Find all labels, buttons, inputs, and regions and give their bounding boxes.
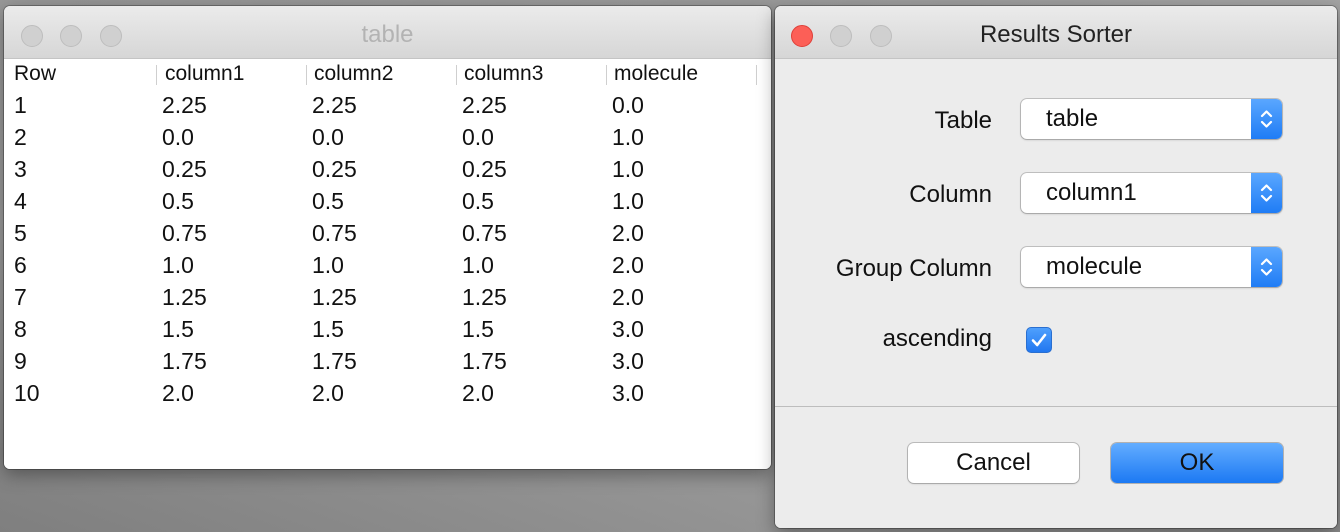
cell-column3: 1.75	[462, 348, 507, 374]
ok-button[interactable]: OK	[1111, 443, 1283, 483]
cell-column1: 1.25	[162, 284, 207, 310]
cell-molecule: 2.0	[612, 284, 644, 310]
cell-row: 4	[14, 188, 27, 214]
results-sorter-dialog: Results Sorter Table table Column column…	[775, 6, 1337, 528]
cell-column2: 1.5	[312, 316, 344, 342]
cell-column2: 0.75	[312, 220, 357, 246]
table-row[interactable]: 6 1.0 1.0 1.0 2.0	[4, 249, 771, 281]
table-select[interactable]: table	[1021, 99, 1282, 139]
table-row[interactable]: 3 0.25 0.25 0.25 1.0	[4, 153, 771, 185]
table-select-value: table	[1046, 105, 1099, 132]
cell-column3: 1.0	[462, 252, 494, 278]
cell-column3: 0.25	[462, 156, 507, 182]
dialog-button-bar: Cancel OK	[775, 407, 1337, 528]
cell-molecule: 2.0	[612, 252, 644, 278]
chevron-up-down-icon	[1251, 247, 1282, 287]
column-divider	[456, 65, 457, 85]
ascending-label: ascending	[882, 325, 992, 352]
table-window-titlebar[interactable]: table	[4, 6, 771, 59]
results-table[interactable]: Row column1 column2 column3 molecule 1 2.…	[4, 59, 771, 469]
column-header-row[interactable]: Row	[14, 59, 56, 89]
cell-row: 6	[14, 252, 27, 278]
column-select[interactable]: column1	[1021, 173, 1282, 213]
cell-column3: 2.25	[462, 92, 507, 118]
cell-column3: 1.5	[462, 316, 494, 342]
cell-column3: 1.25	[462, 284, 507, 310]
cell-molecule: 1.0	[612, 124, 644, 150]
checkmark-icon	[1031, 333, 1047, 347]
cell-column1: 1.5	[162, 316, 194, 342]
cell-molecule: 3.0	[612, 380, 644, 406]
cell-row: 10	[14, 380, 40, 406]
table-label: Table	[934, 107, 992, 134]
column-divider	[156, 65, 157, 85]
chevron-up-down-icon	[1251, 173, 1282, 213]
cell-column1: 2.25	[162, 92, 207, 118]
column-header-column1[interactable]: column1	[165, 59, 244, 89]
chevron-up-down-icon	[1251, 99, 1282, 139]
table-row[interactable]: 2 0.0 0.0 0.0 1.0	[4, 121, 771, 153]
column-label: Column	[909, 181, 992, 208]
cancel-button[interactable]: Cancel	[908, 443, 1079, 483]
cell-molecule: 3.0	[612, 316, 644, 342]
column-divider	[306, 65, 307, 85]
cell-column3: 2.0	[462, 380, 494, 406]
cell-row: 5	[14, 220, 27, 246]
cell-row: 9	[14, 348, 27, 374]
cell-column1: 0.0	[162, 124, 194, 150]
cell-column3: 0.5	[462, 188, 494, 214]
cell-column2: 1.75	[312, 348, 357, 374]
sorter-options-panel: Table table Column column1 Group Column …	[775, 59, 1337, 407]
cell-molecule: 1.0	[612, 188, 644, 214]
column-header-column2[interactable]: column2	[314, 59, 393, 89]
cell-molecule: 2.0	[612, 220, 644, 246]
cell-row: 1	[14, 92, 27, 118]
group-column-select[interactable]: molecule	[1021, 247, 1282, 287]
cell-column2: 2.0	[312, 380, 344, 406]
cell-column2: 0.25	[312, 156, 357, 182]
cell-column3: 0.75	[462, 220, 507, 246]
cell-molecule: 1.0	[612, 156, 644, 182]
cell-column2: 2.25	[312, 92, 357, 118]
table-row[interactable]: 10 2.0 2.0 2.0 3.0	[4, 377, 771, 409]
column-header-column3[interactable]: column3	[464, 59, 543, 89]
cell-molecule: 0.0	[612, 92, 644, 118]
column-header-molecule[interactable]: molecule	[614, 59, 698, 89]
table-row[interactable]: 1 2.25 2.25 2.25 0.0	[4, 89, 771, 121]
table-row[interactable]: 7 1.25 1.25 1.25 2.0	[4, 281, 771, 313]
cell-column3: 0.0	[462, 124, 494, 150]
table-row[interactable]: 9 1.75 1.75 1.75 3.0	[4, 345, 771, 377]
sorter-title: Results Sorter	[979, 21, 1133, 48]
group-column-label: Group Column	[835, 255, 992, 282]
cell-column1: 1.75	[162, 348, 207, 374]
sorter-titlebar[interactable]: Results Sorter	[775, 6, 1337, 59]
cell-column2: 0.5	[312, 188, 344, 214]
cell-column1: 2.0	[162, 380, 194, 406]
column-divider	[756, 65, 757, 85]
cell-column1: 1.0	[162, 252, 194, 278]
table-row[interactable]: 4 0.5 0.5 0.5 1.0	[4, 185, 771, 217]
cell-molecule: 3.0	[612, 348, 644, 374]
cell-column1: 0.25	[162, 156, 207, 182]
cell-row: 2	[14, 124, 27, 150]
group-column-select-value: molecule	[1046, 253, 1143, 280]
cell-column1: 0.5	[162, 188, 194, 214]
table-row[interactable]: 5 0.75 0.75 0.75 2.0	[4, 217, 771, 249]
column-divider	[606, 65, 607, 85]
cell-column1: 0.75	[162, 220, 207, 246]
table-window: table Row column1 column2 column3 molecu…	[4, 6, 771, 469]
cell-column2: 1.25	[312, 284, 357, 310]
table-window-title: table	[361, 21, 414, 48]
column-select-value: column1	[1046, 179, 1137, 206]
cell-row: 7	[14, 284, 27, 310]
table-row[interactable]: 8 1.5 1.5 1.5 3.0	[4, 313, 771, 345]
cell-row: 8	[14, 316, 27, 342]
ascending-checkbox[interactable]	[1026, 327, 1052, 353]
cell-column2: 0.0	[312, 124, 344, 150]
cell-column2: 1.0	[312, 252, 344, 278]
table-header-row: Row column1 column2 column3 molecule	[4, 59, 771, 89]
cell-row: 3	[14, 156, 27, 182]
